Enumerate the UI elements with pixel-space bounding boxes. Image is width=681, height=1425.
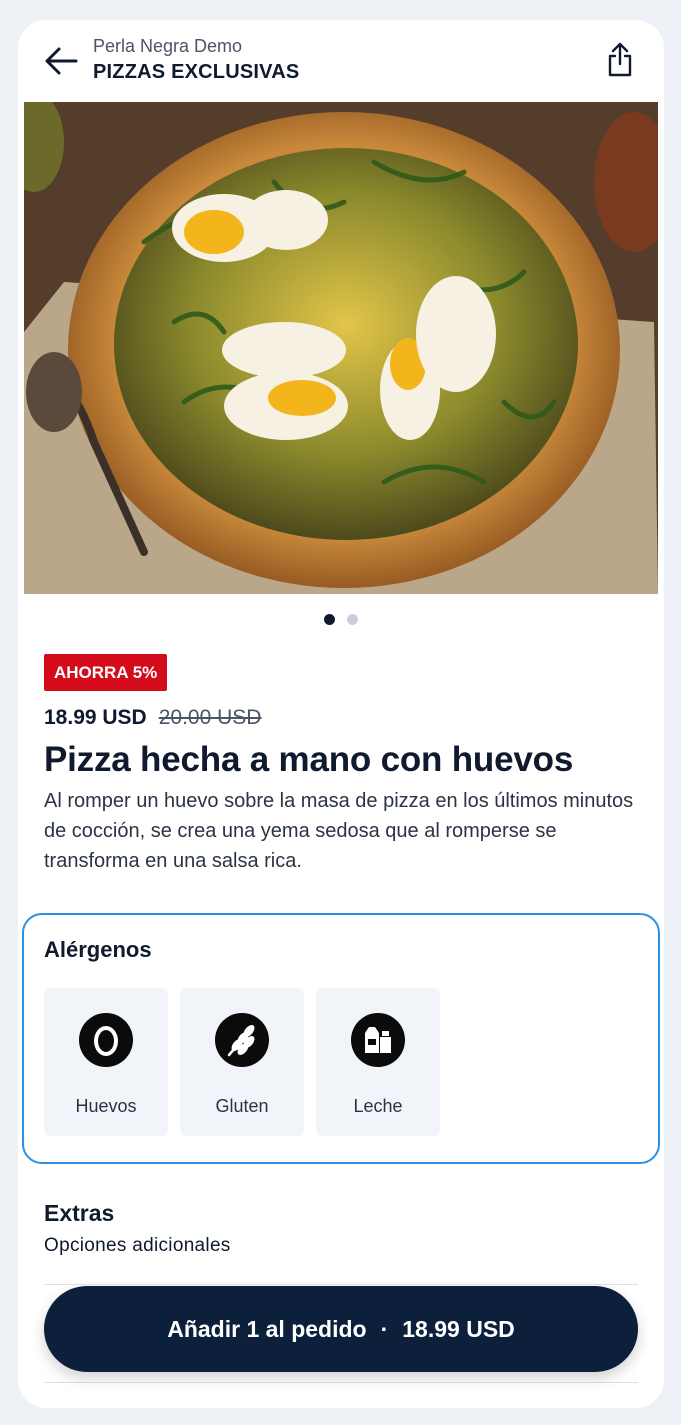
pagination-dot-2[interactable] (347, 613, 358, 625)
allergen-label: Leche (353, 1096, 403, 1116)
arrow-left-icon (45, 47, 78, 75)
original-price: 20.00 USD (158, 706, 262, 729)
share-button[interactable] (606, 42, 634, 78)
allergens-section: Alérgenos Huevos Gluten Leche (22, 913, 660, 1164)
divider (44, 1382, 638, 1383)
store-name: Perla Negra Demo (93, 36, 243, 56)
allergens-title: Alérgenos (44, 937, 152, 962)
allergen-gluten[interactable]: Gluten (180, 988, 304, 1136)
pizza-photo (24, 102, 658, 594)
milk-icon (351, 1013, 405, 1067)
extras-subtitle: Opciones adicionales (44, 1235, 231, 1256)
allergen-label: Gluten (215, 1096, 269, 1116)
product-name: Pizza hecha a mano con huevos (44, 740, 574, 779)
egg-icon (79, 1013, 133, 1067)
cta-separator: · (380, 1315, 389, 1342)
back-button[interactable] (44, 46, 78, 76)
category-title: PIZZAS EXCLUSIVAS (93, 61, 300, 83)
allergens-list: Huevos Gluten Leche (44, 988, 440, 1136)
add-to-order-button[interactable]: Añadir 1 al pedido · 18.99 USD (44, 1286, 638, 1372)
discount-badge: AHORRA 5% (44, 654, 168, 691)
product-screen: Perla Negra Demo PIZZAS EXCLUSIVAS AHORR… (18, 20, 664, 1408)
price-row: 18.99 USD 20.00 USD (44, 706, 261, 730)
wheat-icon (215, 1013, 269, 1067)
divider (44, 1284, 638, 1285)
extras-title: Extras (44, 1200, 115, 1226)
product-description: Al romper un huevo sobre la masa de pizz… (44, 790, 634, 872)
allergen-milk[interactable]: Leche (316, 988, 440, 1136)
pagination-dot-1[interactable] (324, 613, 335, 625)
allergen-label: Huevos (75, 1096, 137, 1116)
share-icon (608, 42, 632, 77)
add-to-order-price: 18.99 USD (402, 1315, 515, 1342)
current-price: 18.99 USD (44, 706, 147, 729)
allergen-eggs[interactable]: Huevos (44, 988, 168, 1136)
add-to-order-label: Añadir 1 al pedido (167, 1315, 367, 1342)
product-image[interactable] (24, 102, 658, 594)
gallery-pagination (18, 612, 664, 626)
top-bar: Perla Negra Demo PIZZAS EXCLUSIVAS (18, 20, 664, 102)
